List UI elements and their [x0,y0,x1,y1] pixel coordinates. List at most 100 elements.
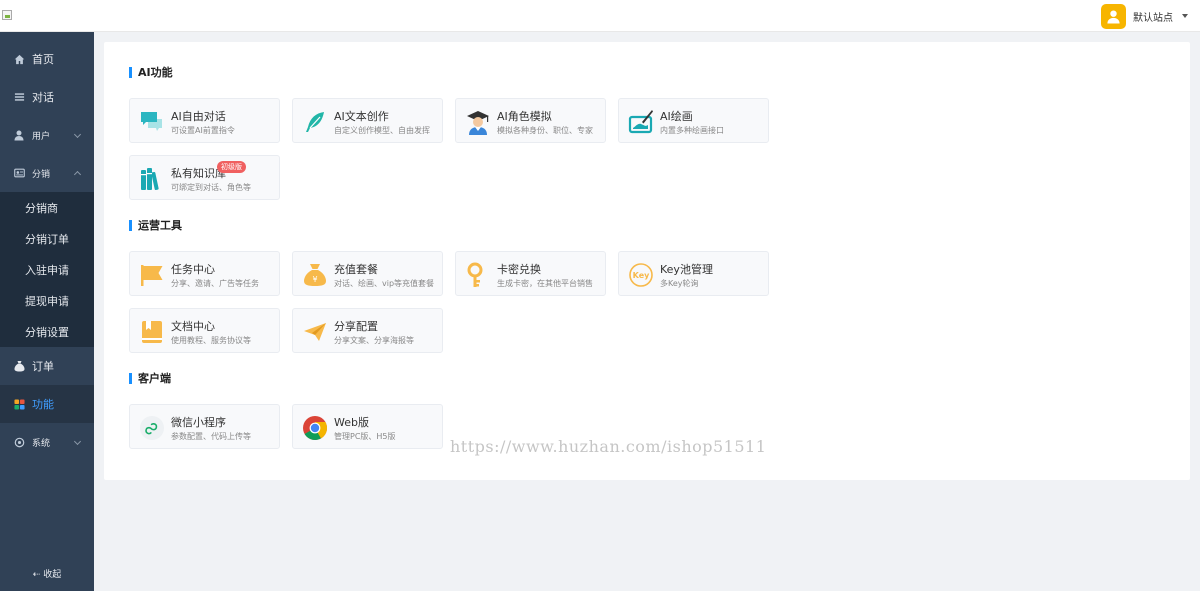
section-title-text: 运营工具 [138,219,182,232]
section-marker [129,372,132,384]
tile-title: Web版 [334,416,369,429]
tile-description: 使用教程、服务协议等 [171,336,251,345]
sidebar-item-label: 用户 [32,131,51,142]
sidebar-item-label: 订单 [32,360,54,373]
section-marker [129,66,132,78]
section-title-ai: AI功能 [129,65,173,79]
tile-wechat-mini-program[interactable]: 微信小程序 参数配置、代码上传等 [129,404,280,449]
tile-title: 微信小程序 [171,416,226,429]
key-icon-label: Key [633,271,650,280]
sidebar-item-label: 首页 [32,53,54,66]
tile-description: 生成卡密，在其他平台销售 [497,279,593,288]
tile-title: 文档中心 [171,320,215,333]
chevron-down-icon [73,437,82,446]
tile-task-center[interactable]: 任务中心 分享、邀请、广告等任务 [129,251,280,296]
tile-title: 分享配置 [334,320,378,333]
tile-key-pool[interactable]: Key Key池管理 多Key轮询 [618,251,769,296]
chevron-down-icon [73,130,82,139]
tile-title: AI文本创作 [334,110,389,123]
tile-description: 分享、邀请、广告等任务 [171,279,259,288]
sidebar-item-orders[interactable]: 订单 [0,347,94,385]
user-icon [1107,10,1120,24]
chevron-down-icon[interactable] [1182,14,1188,18]
sidebar-item-home[interactable]: 首页 [0,40,94,78]
section-title-text: AI功能 [138,66,173,79]
paper-plane-icon [304,323,326,341]
tile-description: 内置多种绘画接口 [660,126,724,135]
tile-description: 多Key轮询 [660,279,699,288]
sidebar-item-label: 系统 [32,438,51,449]
money-bag-icon [12,359,26,373]
chevron-up-icon [73,170,82,179]
key-icon [467,262,483,287]
tile-ai-role[interactable]: AI角色模拟 模拟各种身份、职位、专家 [455,98,606,143]
tile-title: 任务中心 [171,263,215,276]
user-menu[interactable]: 默认站点 [1101,3,1188,29]
sidebar: 首页 对话 用户 分销 分销商 分销订单 入驻申请 提现申请 分销设置 订单 功… [0,32,94,591]
chrome-icon [303,416,328,441]
sidebar-item-label: 对话 [32,91,54,104]
tile-knowledge-base[interactable]: 私有知识库 初级版 可绑定到对话、角色等 [129,155,280,200]
sidebar-item-label: 功能 [32,398,54,411]
tile-description: 模拟各种身份、职位、专家 [497,126,593,135]
svg-text:¥: ¥ [312,275,317,284]
feather-icon [306,112,324,132]
section-title-ops: 运营工具 [129,218,182,232]
sidebar-item-users[interactable]: 用户 [0,116,94,154]
collapse-sidebar-button[interactable]: ⇠ 收起 [0,567,94,580]
drawing-board-icon [628,110,653,134]
avatar[interactable] [1101,3,1126,29]
tile-title: AI自由对话 [171,110,226,123]
edition-badge: 初级版 [217,161,246,173]
logo-image [2,10,12,20]
tile-title: 卡密兑换 [497,263,541,276]
book-icon [142,321,162,343]
submenu-item-applications[interactable]: 入驻申请 [0,254,94,285]
sidebar-item-distribution[interactable]: 分销 [0,154,94,192]
key-circle-icon: Key [629,263,653,287]
mini-program-icon [140,416,164,440]
grid-icon [12,397,26,411]
tile-description: 可绑定到对话、角色等 [171,183,251,192]
distribution-submenu: 分销商 分销订单 入驻申请 提现申请 分销设置 [0,192,94,347]
graduate-icon [467,111,489,135]
tile-card-redeem[interactable]: 卡密兑换 生成卡密，在其他平台销售 [455,251,606,296]
tile-description: 分享文案、分享海报等 [334,336,414,345]
section-title-text: 客户端 [138,372,171,385]
tile-ai-drawing[interactable]: AI绘画 内置多种绘画接口 [618,98,769,143]
tile-title: Key池管理 [660,263,713,276]
flag-icon [141,265,163,286]
tile-ai-writing[interactable]: AI文本创作 自定义创作模型、自由发挥 [292,98,443,143]
tile-description: 可设置AI前置指令 [171,126,235,135]
tile-title: AI角色模拟 [497,110,552,123]
home-icon [12,52,26,66]
tile-description: 对话、绘画、vip等充值套餐 [334,279,435,288]
tile-web-version[interactable]: Web版 管理PC版、H5版 [292,404,443,449]
tile-title: AI绘画 [660,110,693,123]
tile-description: 参数配置、代码上传等 [171,432,251,441]
sidebar-item-chat[interactable]: 对话 [0,78,94,116]
money-bag-icon: ¥ [304,264,326,286]
tile-recharge-packages[interactable]: ¥ 充值套餐 对话、绘画、vip等充值套餐 [292,251,443,296]
tile-description: 管理PC版、H5版 [334,432,396,441]
site-name[interactable]: 默认站点 [1133,9,1173,24]
chat-bubbles-icon [141,112,162,131]
top-header: 默认站点 [0,0,1200,32]
list-icon [12,90,26,104]
section-marker [129,219,132,231]
user-icon [12,128,26,142]
sidebar-item-features[interactable]: 功能 [0,385,94,423]
sidebar-item-label: 分销 [32,169,51,180]
section-title-clients: 客户端 [129,371,171,385]
tile-title: 充值套餐 [334,263,378,276]
tile-document-center[interactable]: 文档中心 使用教程、服务协议等 [129,308,280,353]
tile-ai-chat[interactable]: AI自由对话 可设置AI前置指令 [129,98,280,143]
submenu-item-distributors[interactable]: 分销商 [0,192,94,223]
tile-description: 自定义创作模型、自由发挥 [334,126,430,135]
submenu-item-withdrawals[interactable]: 提现申请 [0,285,94,316]
submenu-item-distribution-settings[interactable]: 分销设置 [0,316,94,347]
submenu-item-distribution-orders[interactable]: 分销订单 [0,223,94,254]
sidebar-item-system[interactable]: 系统 [0,423,94,461]
settings-icon [12,435,26,449]
tile-share-settings[interactable]: 分享配置 分享文案、分享海报等 [292,308,443,353]
